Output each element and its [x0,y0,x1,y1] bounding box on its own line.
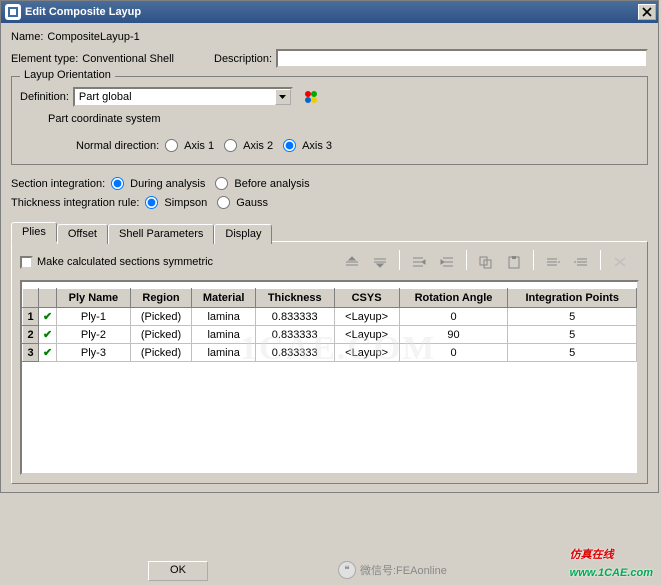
plies-table: Ply Name Region Material Thickness CSYS … [22,288,637,362]
col-material: Material [192,289,255,308]
table-row[interactable]: 1✔Ply-1(Picked)lamina0.833333<Layup>05 [23,308,637,326]
cell-angle[interactable]: 90 [399,326,508,344]
cell-name[interactable]: Ply-1 [57,308,130,326]
row-down-icon [372,255,388,269]
cell-angle[interactable]: 0 [399,308,508,326]
layup-orientation-group: Layup Orientation Definition: Part globa… [11,76,648,165]
axis3-radio[interactable]: Axis 3 [283,139,332,152]
close-button[interactable] [638,4,656,20]
definition-dropdown[interactable]: Part global [73,87,293,107]
move-up-button[interactable] [339,250,365,274]
cell-material[interactable]: lamina [192,308,255,326]
plies-toolbar [339,250,639,274]
cell-region[interactable]: (Picked) [130,326,192,344]
plies-tab-content: Make calculated sections symmetric [11,241,648,484]
col-idx [23,289,39,308]
cell-material[interactable]: lamina [192,326,255,344]
move-down-button[interactable] [367,250,393,274]
section-integration-label: Section integration: [11,178,105,190]
col-region: Region [130,289,192,308]
col-plyname: Ply Name [57,289,130,308]
close-icon [642,7,652,17]
col-csys: CSYS [334,289,399,308]
tab-display[interactable]: Display [214,224,272,244]
delete-left-button[interactable] [540,250,566,274]
cell-csys[interactable]: <Layup> [334,326,399,344]
wechat-icon: ❝ [338,561,356,579]
cell-angle[interactable]: 0 [399,344,508,362]
chevron-down-icon [279,95,286,99]
thickness-rule-label: Thickness integration rule: [11,197,139,209]
tab-plies[interactable]: Plies [11,222,57,242]
insert-before-button[interactable] [406,250,432,274]
row-number: 3 [23,344,39,362]
titlebar: Edit Composite Layup [1,1,658,23]
gauss-radio[interactable]: Gauss [217,196,268,209]
description-label: Description: [214,53,272,65]
row-number: 1 [23,308,39,326]
axis2-radio[interactable]: Axis 2 [224,139,273,152]
cell-material[interactable]: lamina [192,344,255,362]
cell-csys[interactable]: <Layup> [334,344,399,362]
orientation-title: Layup Orientation [20,69,115,81]
datum-icon[interactable] [303,89,319,105]
table-row[interactable]: 3✔Ply-3(Picked)lamina0.833333<Layup>05 [23,344,637,362]
paste-button[interactable] [501,250,527,274]
cell-name[interactable]: Ply-2 [57,326,130,344]
dialog-content: Name: CompositeLayup-1 Element type: Con… [1,23,658,492]
normal-direction-label: Normal direction: [76,140,159,152]
cell-region[interactable]: (Picked) [130,344,192,362]
cell-points[interactable]: 5 [508,308,637,326]
name-label: Name: [11,31,43,43]
copy-button[interactable] [473,250,499,274]
insert-after-button[interactable] [434,250,460,274]
row-check[interactable]: ✔ [39,308,57,326]
cell-thickness[interactable]: 0.833333 [255,344,334,362]
definition-subtext: Part coordinate system [48,113,161,125]
cell-thickness[interactable]: 0.833333 [255,308,334,326]
col-check [39,289,57,308]
definition-label: Definition: [20,91,69,103]
before-analysis-radio[interactable]: Before analysis [215,177,309,190]
app-icon [5,4,21,20]
col-angle: Rotation Angle [399,289,508,308]
name-value: CompositeLayup-1 [47,31,139,43]
cell-region[interactable]: (Picked) [130,308,192,326]
cell-points[interactable]: 5 [508,326,637,344]
dropdown-arrow-button[interactable] [275,89,291,105]
symmetric-label: Make calculated sections symmetric [37,256,213,268]
window-title: Edit Composite Layup [25,6,638,18]
element-type-value: Conventional Shell [82,53,174,65]
row-check[interactable]: ✔ [39,326,57,344]
col-points: Integration Points [508,289,637,308]
ok-button[interactable]: OK [148,561,208,581]
watermark-wechat: ❝ 微信号:FEAonline [338,561,447,579]
tab-bar: Plies Offset Shell Parameters Display [11,222,648,242]
tab-offset[interactable]: Offset [57,224,108,244]
cell-name[interactable]: Ply-3 [57,344,130,362]
table-row[interactable]: 2✔Ply-2(Picked)lamina0.833333<Layup>905 [23,326,637,344]
col-thickness: Thickness [255,289,334,308]
description-input[interactable] [276,49,648,68]
definition-value: Part global [75,91,275,103]
simpson-radio[interactable]: Simpson [145,196,207,209]
axis1-radio[interactable]: Axis 1 [165,139,214,152]
cell-csys[interactable]: <Layup> [334,308,399,326]
edit-composite-layup-dialog: Edit Composite Layup Name: CompositeLayu… [0,0,659,493]
delete-row-button[interactable] [607,250,633,274]
watermark-brand: 仿真在线 www.1CAE.com [570,545,653,581]
plies-table-wrapper: Ply Name Region Material Thickness CSYS … [20,280,639,475]
element-type-label: Element type: [11,53,78,65]
delete-right-button[interactable] [568,250,594,274]
tab-shell-parameters[interactable]: Shell Parameters [108,224,214,244]
row-check[interactable]: ✔ [39,344,57,362]
row-number: 2 [23,326,39,344]
cell-points[interactable]: 5 [508,344,637,362]
row-up-icon [344,255,360,269]
symmetric-checkbox[interactable] [20,256,33,269]
during-analysis-radio[interactable]: During analysis [111,177,205,190]
cell-thickness[interactable]: 0.833333 [255,326,334,344]
